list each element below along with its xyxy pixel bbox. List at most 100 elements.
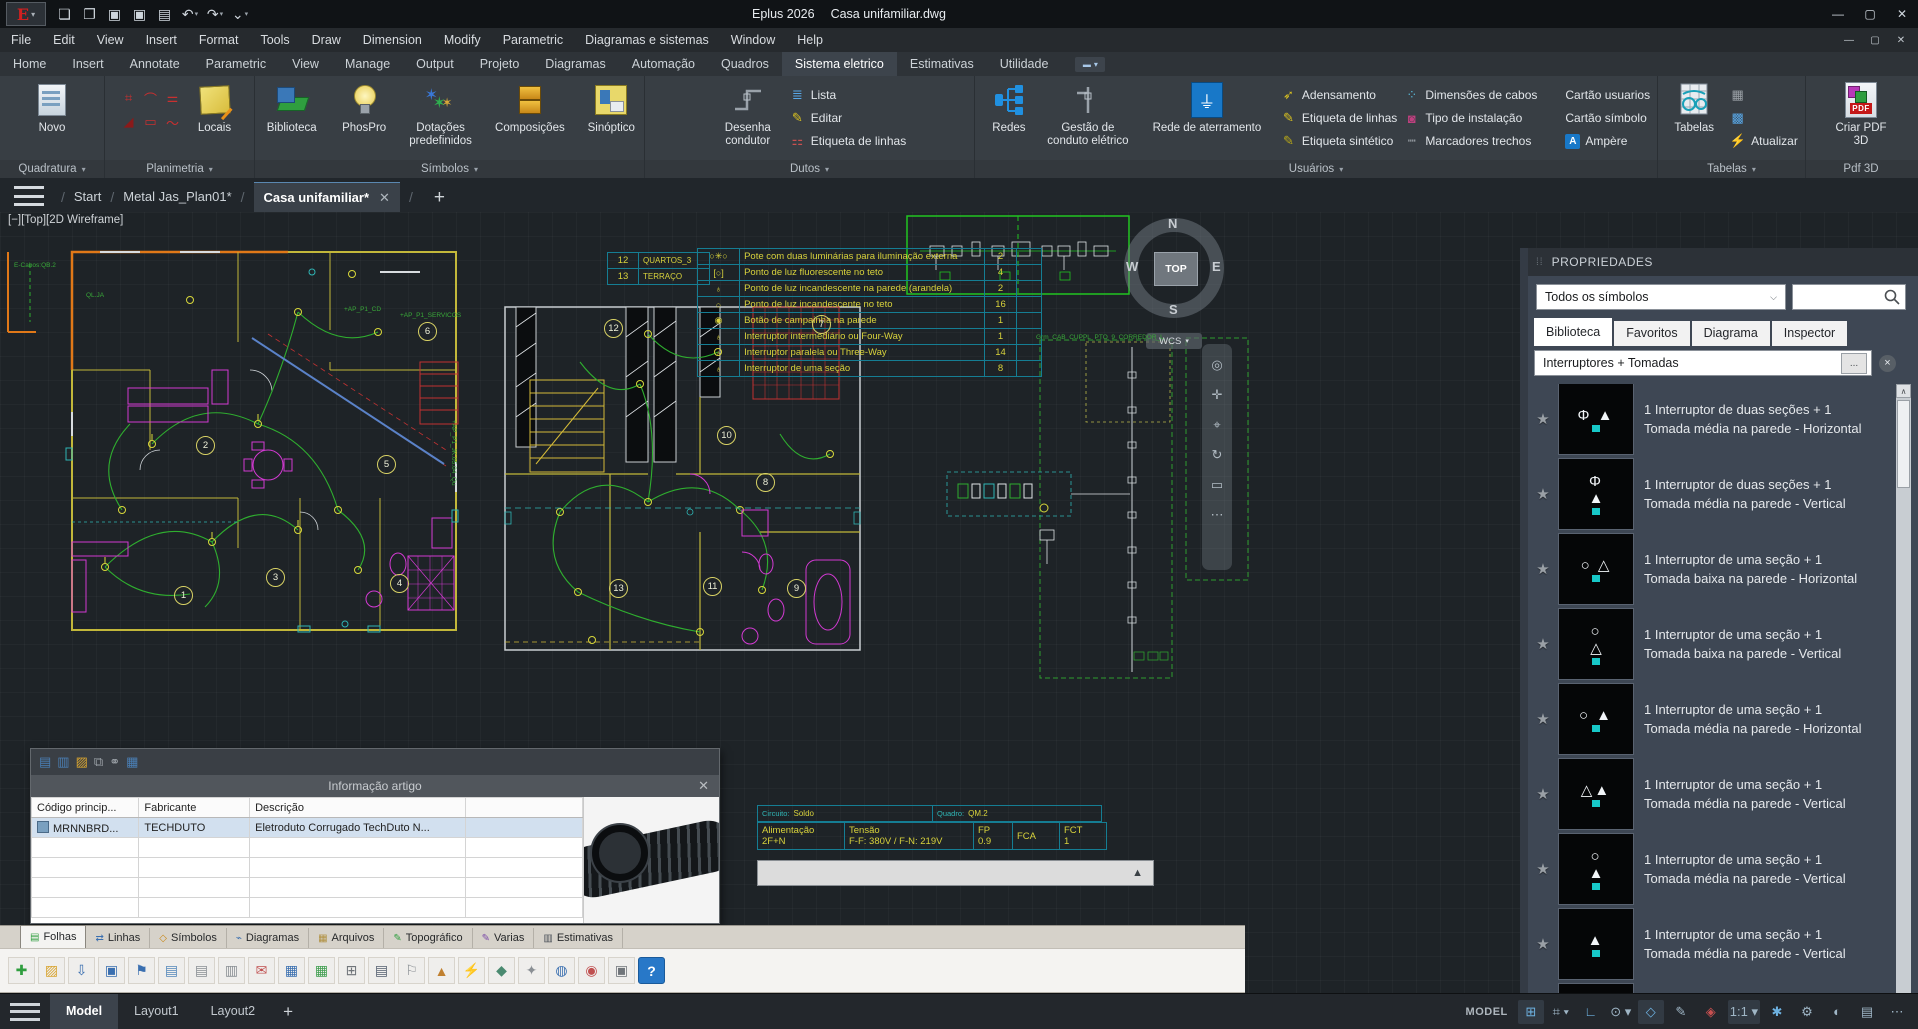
close-icon[interactable]: ✕ <box>1886 0 1918 28</box>
qat-icon[interactable]: ▤ <box>154 3 176 25</box>
favorite-star-icon[interactable]: ★ <box>1528 785 1558 803</box>
favorite-star-icon[interactable]: ★ <box>1528 485 1558 503</box>
info-toolbar-icon[interactable]: ⧉ <box>94 754 103 770</box>
viewport-controls-label[interactable]: [−][Top][2D Wireframe] <box>8 214 123 226</box>
symbol-list-item[interactable]: ★ △▲ 1 Interruptor de uma seção + 1Tomad… <box>1528 759 1894 829</box>
ribbon-small-button[interactable]: Cartão símbolo <box>1543 108 1650 128</box>
ribbon-small-button[interactable]: ≣ Lista <box>789 85 906 105</box>
sheet-tool-icon[interactable]: ▲ <box>428 957 455 984</box>
ribbon-small-button[interactable]: ⁘ Dimensões de cabos <box>1403 85 1537 105</box>
minimize-icon[interactable]: — <box>1822 0 1854 28</box>
layout2-tab[interactable]: Layout2 <box>195 994 271 1029</box>
ribbon-tab[interactable]: Utilidade <box>987 52 1062 76</box>
menu-item[interactable]: Help <box>786 28 834 52</box>
symbol-list-item[interactable]: ★ Φ ▲ 1 Interruptor de duas seções + 1To… <box>1528 459 1894 529</box>
ribbon-group-label[interactable]: Planimetria ▾ <box>105 160 255 178</box>
ribbon-small-button[interactable]: ◙ Tipo de instalação <box>1403 108 1537 128</box>
ribbon-tab[interactable]: Projeto <box>467 52 533 76</box>
menu-item[interactable]: Draw <box>301 28 352 52</box>
sheet-tool-icon[interactable]: ▦ <box>308 957 335 984</box>
ribbon-tab[interactable]: Estimativas <box>897 52 987 76</box>
menu-item[interactable]: Window <box>720 28 786 52</box>
qat-icon[interactable]: ▣ <box>104 3 126 25</box>
symbol-list-item[interactable]: ★ △▲ 1 Interruptor de uma seção + 2 <box>1528 984 1894 993</box>
status-toggle-icon[interactable]: ◐ <box>1824 1000 1850 1024</box>
mdi-minimize-icon[interactable]: — <box>1836 28 1862 52</box>
ribbon-small-button[interactable]: ✎ Etiqueta de linhas <box>1280 108 1397 128</box>
article-row-empty[interactable] <box>32 878 583 898</box>
menu-item[interactable]: Dimension <box>352 28 433 52</box>
info-window-titlebar[interactable]: Informação artigo ✕ <box>31 775 719 797</box>
sheet-tool-icon[interactable]: ⚑ <box>128 957 155 984</box>
status-toggle-icon[interactable]: ⊙ ▾ <box>1608 1000 1634 1024</box>
expand-up-icon[interactable]: ▲ <box>1132 867 1143 879</box>
info-toolbar-icon[interactable]: ▥ <box>57 754 69 770</box>
sheet-tool-icon[interactable]: ▤ <box>188 957 215 984</box>
app-logo[interactable]: E▾ <box>6 2 46 26</box>
status-toggle-icon[interactable]: 1:1 ▾ <box>1728 1000 1760 1024</box>
compass-east[interactable]: E <box>1212 259 1221 274</box>
search-box[interactable] <box>1792 284 1906 310</box>
workspace-tab[interactable]: ▤ Folhas <box>20 925 86 948</box>
rede-aterramento-button[interactable]: ⏚ Rede de aterramento <box>1140 79 1274 135</box>
compass-north[interactable]: N <box>1168 216 1177 231</box>
ribbon-group-label[interactable]: Quadratura ▾ <box>0 160 105 178</box>
gestao-conduto-button[interactable]: Gestão de conduto elétrico <box>1042 79 1134 148</box>
article-row-empty[interactable] <box>32 838 583 858</box>
qat-icon[interactable]: ❐ <box>79 3 101 25</box>
sheet-tool-icon[interactable]: ✦ <box>518 957 545 984</box>
ribbon-tab[interactable]: Manage <box>332 52 403 76</box>
workspace-tab[interactable]: ✎ Topográfico <box>384 928 472 948</box>
status-toggle-icon[interactable]: ◇ <box>1638 1000 1664 1024</box>
sheet-tool-icon[interactable]: ⚐ <box>398 957 425 984</box>
ribbon-group-label[interactable]: Dutos ▾ <box>645 160 975 178</box>
info-toolbar-icon[interactable]: ⚭ <box>109 754 120 770</box>
layout1-tab[interactable]: Layout1 <box>118 994 194 1029</box>
favorite-star-icon[interactable]: ★ <box>1528 710 1558 728</box>
panel-grip[interactable] <box>1520 248 1528 993</box>
new-tab-button[interactable]: + <box>422 184 457 212</box>
panel-header[interactable]: ⁞⁞ PROPRIEDADES <box>1528 248 1918 276</box>
close-icon[interactable]: ✕ <box>698 778 709 794</box>
symbol-list-item[interactable]: ★ ○ △ 1 Interruptor de uma seção + 1Toma… <box>1528 534 1894 604</box>
qat-icon[interactable]: ↷▾ <box>204 3 226 25</box>
ribbon-small-button[interactable]: ✎ Editar <box>789 108 906 128</box>
info-toolbar-icon[interactable]: ▤ <box>39 754 51 770</box>
qat-icon[interactable]: ⌄▾ <box>229 3 251 25</box>
ribbon-small-button[interactable]: A Ampère <box>1543 131 1650 151</box>
menu-item[interactable]: Parametric <box>492 28 574 52</box>
sinoptico-button[interactable]: Sinóptico <box>579 79 644 135</box>
ribbon-tab[interactable]: Home <box>0 52 59 76</box>
panel-tab[interactable]: Favoritos <box>1614 321 1689 346</box>
sheet-tool-icon[interactable]: ? <box>638 957 665 984</box>
clear-filter-icon[interactable]: × <box>1879 355 1896 372</box>
planimetria-tool-icon[interactable]: ⌗ <box>119 87 139 109</box>
status-toggle-icon[interactable]: ⌗ ▾ <box>1548 1000 1574 1024</box>
favorite-star-icon[interactable]: ★ <box>1528 860 1558 878</box>
ribbon-group-label[interactable]: Pdf 3D ▾ <box>1806 160 1916 178</box>
workspace-tab[interactable]: ✎ Varias <box>473 928 535 948</box>
menu-item[interactable]: Diagramas e sistemas <box>574 28 720 52</box>
sheet-tool-icon[interactable]: ▣ <box>608 957 635 984</box>
qat-icon[interactable]: ↶▾ <box>179 3 201 25</box>
sheet-tool-icon[interactable]: ⊞ <box>338 957 365 984</box>
ribbon-small-button[interactable]: ┉ Marcadores trechos <box>1403 131 1537 151</box>
close-tab-icon[interactable]: ✕ <box>379 190 390 206</box>
sheet-tool-icon[interactable]: ▣ <box>98 957 125 984</box>
sheet-tool-icon[interactable]: ◉ <box>578 957 605 984</box>
menu-item[interactable]: Modify <box>433 28 492 52</box>
planimetria-tool-icon[interactable]: ▭ <box>141 111 161 133</box>
maximize-icon[interactable]: ▢ <box>1854 0 1886 28</box>
drag-grip-icon[interactable]: ⁞⁞ <box>1536 257 1544 268</box>
ribbon-tab[interactable]: Insert <box>59 52 116 76</box>
tab-start[interactable]: Start <box>74 182 101 212</box>
menu-item[interactable]: Edit <box>42 28 86 52</box>
ribbon-tab[interactable]: Diagramas <box>532 52 618 76</box>
info-toolbar-icon[interactable]: ▦ <box>126 754 138 770</box>
canvas-panel-handle[interactable]: ▲ <box>757 860 1154 886</box>
menu-item[interactable]: Insert <box>135 28 188 52</box>
status-toggle-icon[interactable]: ✱ <box>1764 1000 1790 1024</box>
ribbon-small-button[interactable]: Cartão usuarios <box>1543 85 1650 105</box>
panel-tab[interactable]: Inspector <box>1772 321 1847 346</box>
workspace-tab[interactable]: ▦ Arquivos <box>309 928 384 948</box>
